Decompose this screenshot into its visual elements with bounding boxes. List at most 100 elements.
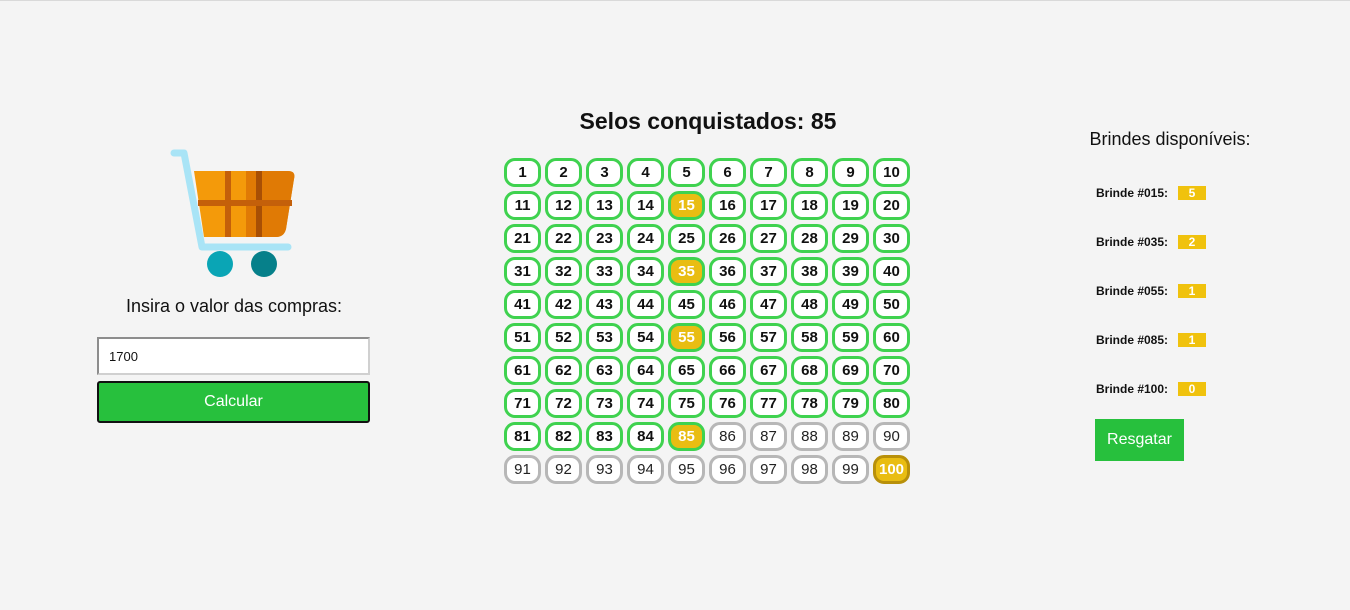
gift-label: Brinde #015:	[1096, 186, 1169, 200]
stamp-44: 44	[627, 290, 664, 319]
stamp-43: 43	[586, 290, 623, 319]
stamp-41: 41	[504, 290, 541, 319]
stamp-87: 87	[750, 422, 787, 451]
gift-row: Brinde #015: 5	[1096, 185, 1206, 201]
stamp-15: 15	[668, 191, 705, 220]
stamp-11: 11	[504, 191, 541, 220]
stamp-68: 68	[791, 356, 828, 385]
gift-label: Brinde #085:	[1096, 333, 1169, 347]
stamp-34: 34	[627, 257, 664, 286]
stamp-47: 47	[750, 290, 787, 319]
gift-row: Brinde #035: 2	[1096, 234, 1206, 250]
stamp-4: 4	[627, 158, 664, 187]
redeem-button[interactable]: Resgatar	[1095, 419, 1184, 461]
stamp-58: 58	[791, 323, 828, 352]
stamp-81: 81	[504, 422, 541, 451]
gift-count-badge: 2	[1178, 235, 1206, 249]
stamp-79: 79	[832, 389, 869, 418]
stamp-75: 75	[668, 389, 705, 418]
stamp-86: 86	[709, 422, 746, 451]
stamp-53: 53	[586, 323, 623, 352]
stamp-12: 12	[545, 191, 582, 220]
stamp-26: 26	[709, 224, 746, 253]
stamp-37: 37	[750, 257, 787, 286]
stamp-36: 36	[709, 257, 746, 286]
stamp-45: 45	[668, 290, 705, 319]
stamp-38: 38	[791, 257, 828, 286]
stamp-65: 65	[668, 356, 705, 385]
stamp-83: 83	[586, 422, 623, 451]
stamp-54: 54	[627, 323, 664, 352]
stamp-7: 7	[750, 158, 787, 187]
stamp-85: 85	[668, 422, 705, 451]
stamp-95: 95	[668, 455, 705, 484]
stamp-35: 35	[668, 257, 705, 286]
stamp-5: 5	[668, 158, 705, 187]
stamp-14: 14	[627, 191, 664, 220]
purchase-value-input[interactable]	[97, 337, 370, 375]
stamp-10: 10	[873, 158, 910, 187]
stamp-32: 32	[545, 257, 582, 286]
calculate-button[interactable]: Calcular	[97, 381, 370, 423]
gift-row: Brinde #085: 1	[1096, 332, 1206, 348]
stamp-30: 30	[873, 224, 910, 253]
gift-label: Brinde #035:	[1096, 235, 1169, 249]
stamp-51: 51	[504, 323, 541, 352]
stamp-73: 73	[586, 389, 623, 418]
stamp-100: 100	[873, 455, 910, 484]
stamp-84: 84	[627, 422, 664, 451]
stamp-93: 93	[586, 455, 623, 484]
gift-count-badge: 1	[1178, 284, 1206, 298]
stamp-62: 62	[545, 356, 582, 385]
gift-label: Brinde #100:	[1096, 382, 1169, 396]
stamp-90: 90	[873, 422, 910, 451]
stamp-13: 13	[586, 191, 623, 220]
stamp-33: 33	[586, 257, 623, 286]
stamp-63: 63	[586, 356, 623, 385]
stamp-77: 77	[750, 389, 787, 418]
stamp-96: 96	[709, 455, 746, 484]
stamp-66: 66	[709, 356, 746, 385]
stamp-8: 8	[791, 158, 828, 187]
stamp-88: 88	[791, 422, 828, 451]
stamp-28: 28	[791, 224, 828, 253]
stamp-92: 92	[545, 455, 582, 484]
stamp-40: 40	[873, 257, 910, 286]
stamp-25: 25	[668, 224, 705, 253]
stamp-3: 3	[586, 158, 623, 187]
stamp-99: 99	[832, 455, 869, 484]
stamp-21: 21	[504, 224, 541, 253]
stamp-50: 50	[873, 290, 910, 319]
stamp-9: 9	[832, 158, 869, 187]
stamp-20: 20	[873, 191, 910, 220]
gift-row: Brinde #100: 0	[1096, 381, 1206, 397]
stamp-60: 60	[873, 323, 910, 352]
stamp-80: 80	[873, 389, 910, 418]
stamp-23: 23	[586, 224, 623, 253]
stamp-89: 89	[832, 422, 869, 451]
stamp-78: 78	[791, 389, 828, 418]
stamp-6: 6	[709, 158, 746, 187]
stamp-17: 17	[750, 191, 787, 220]
stamp-19: 19	[832, 191, 869, 220]
stamps-title: Selos conquistados: 85	[579, 108, 837, 134]
stamp-61: 61	[504, 356, 541, 385]
stamp-72: 72	[545, 389, 582, 418]
stamp-24: 24	[627, 224, 664, 253]
stamp-71: 71	[504, 389, 541, 418]
stamp-67: 67	[750, 356, 787, 385]
stamp-48: 48	[791, 290, 828, 319]
stamp-49: 49	[832, 290, 869, 319]
stamp-76: 76	[709, 389, 746, 418]
stamp-18: 18	[791, 191, 828, 220]
stamp-74: 74	[627, 389, 664, 418]
gifts-title: Brindes disponíveis:	[1089, 129, 1251, 149]
stamp-57: 57	[750, 323, 787, 352]
stamp-1: 1	[504, 158, 541, 187]
stamp-64: 64	[627, 356, 664, 385]
stamp-91: 91	[504, 455, 541, 484]
stamp-82: 82	[545, 422, 582, 451]
stamp-69: 69	[832, 356, 869, 385]
stamp-39: 39	[832, 257, 869, 286]
stamp-56: 56	[709, 323, 746, 352]
